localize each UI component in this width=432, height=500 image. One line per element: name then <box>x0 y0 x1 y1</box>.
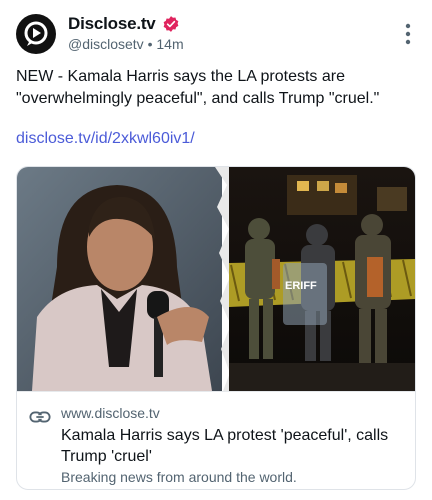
more-vertical-icon[interactable] <box>404 22 412 46</box>
card-image: ERIFF <box>17 167 415 391</box>
post-link[interactable]: disclose.tv/id/2xkwl60iv1/ <box>16 130 195 148</box>
account-avatar[interactable] <box>16 14 56 54</box>
card-description: Breaking news from around the world. <box>61 469 297 485</box>
play-chat-logo-icon <box>24 21 48 46</box>
account-meta: @disclosetv • 14m <box>68 36 184 52</box>
card-footer: www.disclose.tv Kamala Harris says LA pr… <box>17 391 415 489</box>
card-domain[interactable]: www.disclose.tv <box>61 405 160 421</box>
display-name[interactable]: Disclose.tv <box>68 14 156 34</box>
handle[interactable]: @disclosetv <box>68 36 144 52</box>
meta-separator: • <box>147 36 153 52</box>
card-title[interactable]: Kamala Harris says LA protest 'peaceful'… <box>61 425 396 467</box>
post-text: NEW - Kamala Harris says the LA protests… <box>16 68 380 107</box>
link-icon <box>29 411 51 423</box>
name-row: Disclose.tv <box>68 14 180 34</box>
link-preview-card[interactable]: ERIFF www.disclose.tv Kamala Harris says… <box>16 166 416 490</box>
post-header: Disclose.tv @disclosetv • 14m <box>16 12 416 60</box>
verified-badge-icon <box>163 16 178 32</box>
post-time[interactable]: 14m <box>156 36 183 52</box>
police-shield-text: ERIFF <box>285 280 317 292</box>
